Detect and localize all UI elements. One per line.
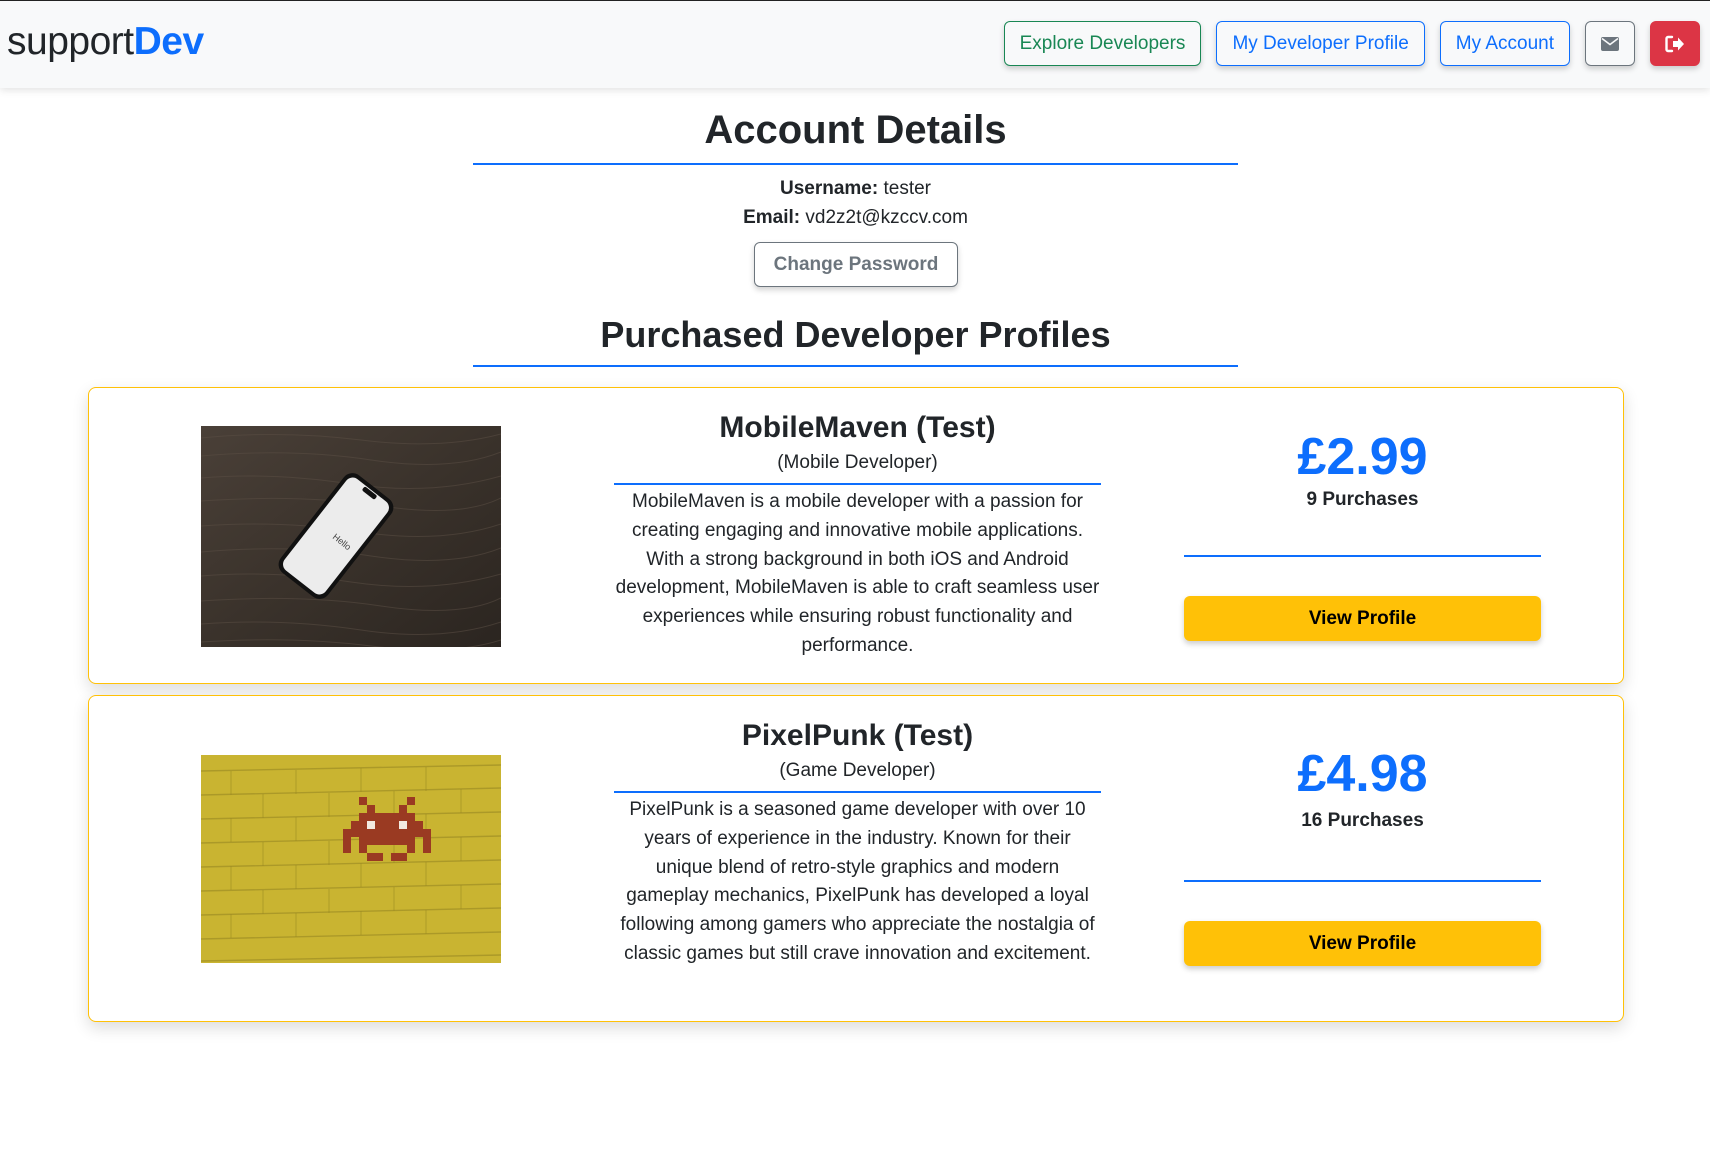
logout-button[interactable] [1650, 21, 1700, 66]
username-label: Username: [779, 178, 879, 199]
divider [1184, 880, 1541, 882]
purchased-profiles-title: Purchased Developer Profiles [473, 310, 1238, 367]
username-row: Username: tester [473, 175, 1238, 203]
brand-part1: support [7, 20, 134, 63]
profile-pricing: £2.99 9 Purchases View Profile [1184, 427, 1541, 641]
developer-name: MobileMaven (Test) [719, 411, 996, 444]
envelope-icon [1601, 36, 1619, 51]
navbar: supportDev Explore Developers My Develop… [0, 0, 1710, 88]
profile-card: PixelPunk (Test) (Game Developer) PixelP… [88, 695, 1624, 1022]
username-value: tester [883, 178, 932, 199]
profile-info: PixelPunk (Test) (Game Developer) PixelP… [614, 717, 1101, 969]
phone-on-wood-image: Hello [201, 426, 501, 647]
brand-part2: Dev [133, 20, 205, 63]
change-password-button[interactable]: Change Password [754, 242, 958, 287]
view-profile-button[interactable]: View Profile [1184, 596, 1541, 641]
profile-card: Hello MobileMaven (Test) (Mobile Develop… [88, 387, 1624, 684]
nav-actions: Explore Developers My Developer Profile … [1003, 21, 1700, 68]
profile-price: £4.98 [1297, 745, 1428, 803]
developer-role: (Mobile Developer) [614, 449, 1101, 485]
view-profile-button[interactable]: View Profile [1184, 921, 1541, 966]
developer-description: PixelPunk is a seasoned game developer w… [620, 799, 1095, 964]
developer-description: MobileMaven is a mobile developer with a… [615, 491, 1100, 656]
purchase-count: 16 Purchases [1301, 810, 1424, 831]
my-account-button[interactable]: My Account [1439, 21, 1570, 66]
profile-info: MobileMaven (Test) (Mobile Developer) Mo… [614, 409, 1101, 661]
purchase-count: 9 Purchases [1306, 489, 1419, 510]
email-value: vd2z2t@kzccv.com [805, 207, 968, 228]
developer-role: (Game Developer) [614, 757, 1101, 793]
divider [1184, 555, 1541, 557]
profile-price: £2.99 [1297, 428, 1428, 486]
sign-out-icon [1665, 35, 1684, 52]
messages-button[interactable] [1585, 21, 1635, 66]
email-label: Email: [743, 207, 801, 228]
my-developer-profile-button[interactable]: My Developer Profile [1216, 21, 1425, 66]
brand-logo[interactable]: supportDev [7, 22, 204, 67]
profile-pricing: £4.98 16 Purchases View Profile [1184, 744, 1541, 966]
email-row: Email: vd2z2t@kzccv.com [473, 204, 1238, 232]
account-details-title: Account Details [473, 104, 1238, 165]
space-invader-wall-image [201, 755, 501, 963]
developer-name: PixelPunk (Test) [741, 719, 974, 752]
explore-developers-button[interactable]: Explore Developers [1003, 21, 1202, 66]
